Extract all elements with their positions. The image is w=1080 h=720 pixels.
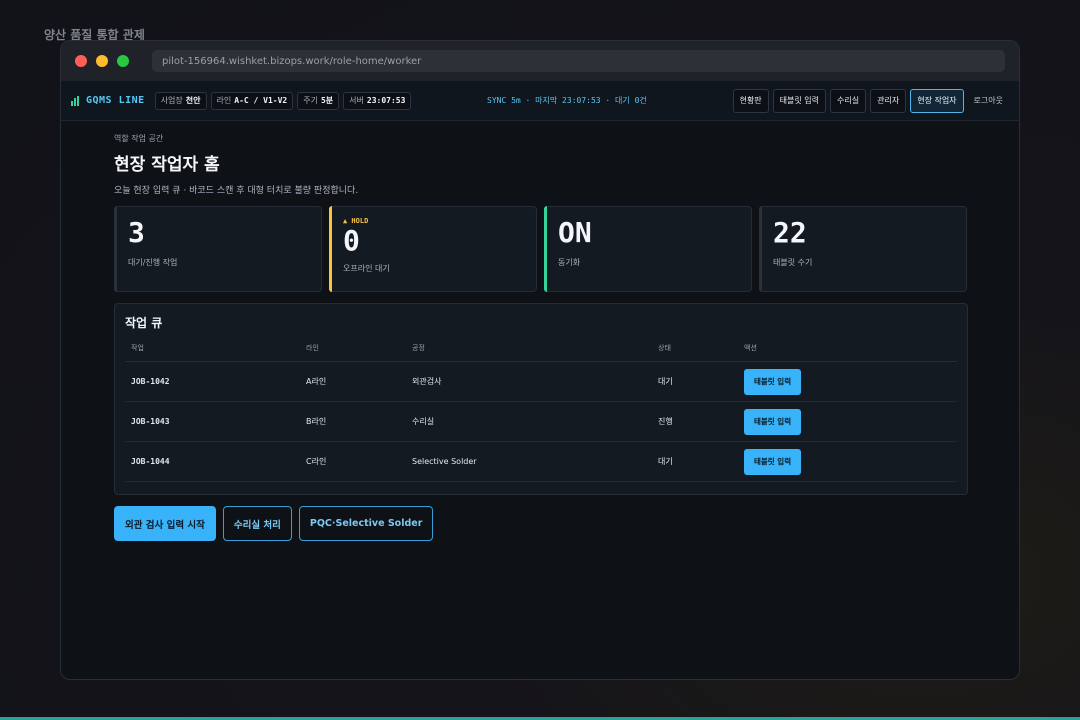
nav-dashboard[interactable]: 현황판 <box>732 88 769 113</box>
column-header: 공정 <box>406 343 652 362</box>
job-id: JOB-1042 <box>125 361 300 402</box>
stat-label: 태블릿 수기 <box>773 258 813 267</box>
nav-tablet-input[interactable]: 태블릿 입력 <box>772 88 827 113</box>
chip-value: 23:07:53 <box>366 96 406 105</box>
page-subtitle: 오늘 현장 입력 큐 · 바코드 스캔 후 대형 터치로 불량 판정합니다. <box>114 186 359 196</box>
stat-value: 0 <box>343 224 360 257</box>
job-action-cell: 태블릿 입력 <box>738 441 957 482</box>
close-window-button[interactable] <box>75 55 87 67</box>
cycle-chip: 주기 5분 <box>297 91 340 110</box>
table-row: JOB-1043 B라인 수리실 진행 태블릿 입력 <box>125 401 957 442</box>
app-header: GQMS LINE 사업장 천안 라인 A-C / V1-V2 주기 5분 서버 23:… <box>61 81 1019 121</box>
job-process: 외관검사 <box>406 361 652 402</box>
job-queue-panel: 작업 큐 작업 라인 공정 상태 액션 JOB-1042 A라인 외관검사 대기… <box>114 303 968 495</box>
stat-card-queue: 3 대기/진행 작업 <box>114 206 322 292</box>
stat-value: 3 <box>128 216 145 249</box>
brand-name: GQMS LINE <box>86 95 145 106</box>
maximize-window-button[interactable] <box>117 55 129 67</box>
table-row: JOB-1044 C라인 Selective Solder 대기 태블릿 입력 <box>125 441 957 482</box>
site-chip: 사업장 천안 <box>154 91 207 110</box>
main-content: 역할 작업 공간 현장 작업자 홈 오늘 현장 입력 큐 · 바코드 스캔 후 … <box>114 133 968 541</box>
job-queue-table: 작업 라인 공정 상태 액션 JOB-1042 A라인 외관검사 대기 태블릿 … <box>125 343 957 482</box>
chip-label: 라인 <box>216 96 232 105</box>
tablet-input-button[interactable]: 태블릿 입력 <box>744 448 802 475</box>
job-process: 수리실 <box>406 401 652 442</box>
nav-admin[interactable]: 관리자 <box>870 88 907 113</box>
queue-title: 작업 큐 <box>125 316 163 330</box>
quick-actions: 외관 검사 입력 시작 수리실 처리 PQC·Selective Solder <box>114 506 968 541</box>
nav-field-worker[interactable]: 현장 작업자 <box>910 88 964 113</box>
stat-accent-bar <box>114 206 117 292</box>
chip-value: 5분 <box>320 96 334 105</box>
stat-label: 오프라인 대기 <box>343 264 390 273</box>
stat-accent-bar <box>544 206 547 292</box>
table-header-row: 작업 라인 공정 상태 액션 <box>125 343 957 362</box>
stat-label: 동기화 <box>558 258 581 267</box>
job-action-cell: 태블릿 입력 <box>738 361 957 402</box>
job-id: JOB-1044 <box>125 441 300 482</box>
job-status: 대기 <box>652 361 738 402</box>
job-status: 대기 <box>652 441 738 482</box>
tablet-input-button[interactable]: 태블릿 입력 <box>744 368 802 395</box>
sync-status: SYNC 5m · 마지막 23:07:53 · 대기 0건 <box>487 96 647 105</box>
chip-label: 사업장 <box>160 96 183 105</box>
top-nav: 현황판 태블릿 입력 수리실 관리자 현장 작업자 로그아웃 <box>729 88 1009 113</box>
chip-label: 주기 <box>303 96 318 105</box>
job-line: A라인 <box>300 361 406 402</box>
job-line: C라인 <box>300 441 406 482</box>
chip-value: 천안 <box>185 96 201 105</box>
stat-accent-bar <box>759 206 762 292</box>
bar-chart-icon <box>71 95 80 106</box>
stat-accent-bar <box>329 206 332 292</box>
eyebrow: 역할 작업 공간 <box>114 134 164 143</box>
line-chip: 라인 A-C / V1-V2 <box>210 91 294 110</box>
start-visual-inspection-button[interactable]: 외관 검사 입력 시작 <box>114 506 216 541</box>
job-action-cell: 태블릿 입력 <box>738 401 957 442</box>
stat-cards: 3 대기/진행 작업 ▲ HOLD 0 오프라인 대기 ON 동기화 22 태블… <box>114 206 968 292</box>
chip-value: A-C / V1-V2 <box>234 96 288 105</box>
job-line: B라인 <box>300 401 406 442</box>
stat-value: 22 <box>773 216 807 249</box>
job-status: 진행 <box>652 401 738 442</box>
url-bar[interactable]: pilot-156964.wishket.bizops.work/role-ho… <box>152 50 1005 72</box>
column-header: 액션 <box>738 343 957 362</box>
column-header: 작업 <box>125 343 300 362</box>
column-header: 상태 <box>652 343 738 362</box>
browser-window: pilot-156964.wishket.bizops.work/role-ho… <box>60 40 1020 680</box>
job-process: Selective Solder <box>406 441 652 482</box>
server-time-chip: 서버 23:07:53 <box>343 91 412 110</box>
stat-value: ON <box>558 216 592 249</box>
minimize-window-button[interactable] <box>96 55 108 67</box>
nav-repair-room[interactable]: 수리실 <box>830 88 867 113</box>
page-title: 현장 작업자 홈 <box>114 155 220 175</box>
pqc-selective-solder-button[interactable]: PQC·Selective Solder <box>298 506 434 541</box>
table-row: JOB-1042 A라인 외관검사 대기 태블릿 입력 <box>125 361 957 402</box>
logout-button[interactable]: 로그아웃 <box>968 89 1009 113</box>
repair-room-button[interactable]: 수리실 처리 <box>222 506 292 541</box>
brand[interactable]: GQMS LINE <box>71 95 145 106</box>
browser-titlebar: pilot-156964.wishket.bizops.work/role-ho… <box>61 41 1019 81</box>
stat-label: 대기/진행 작업 <box>128 258 178 267</box>
column-header: 라인 <box>300 343 406 362</box>
chip-label: 서버 <box>349 96 364 105</box>
stat-card-sync: ON 동기화 <box>544 206 752 292</box>
tablet-input-button[interactable]: 태블릿 입력 <box>744 408 802 435</box>
stat-card-offline: ▲ HOLD 0 오프라인 대기 <box>329 206 537 292</box>
job-id: JOB-1043 <box>125 401 300 442</box>
stat-card-tablet: 22 태블릿 수기 <box>759 206 967 292</box>
